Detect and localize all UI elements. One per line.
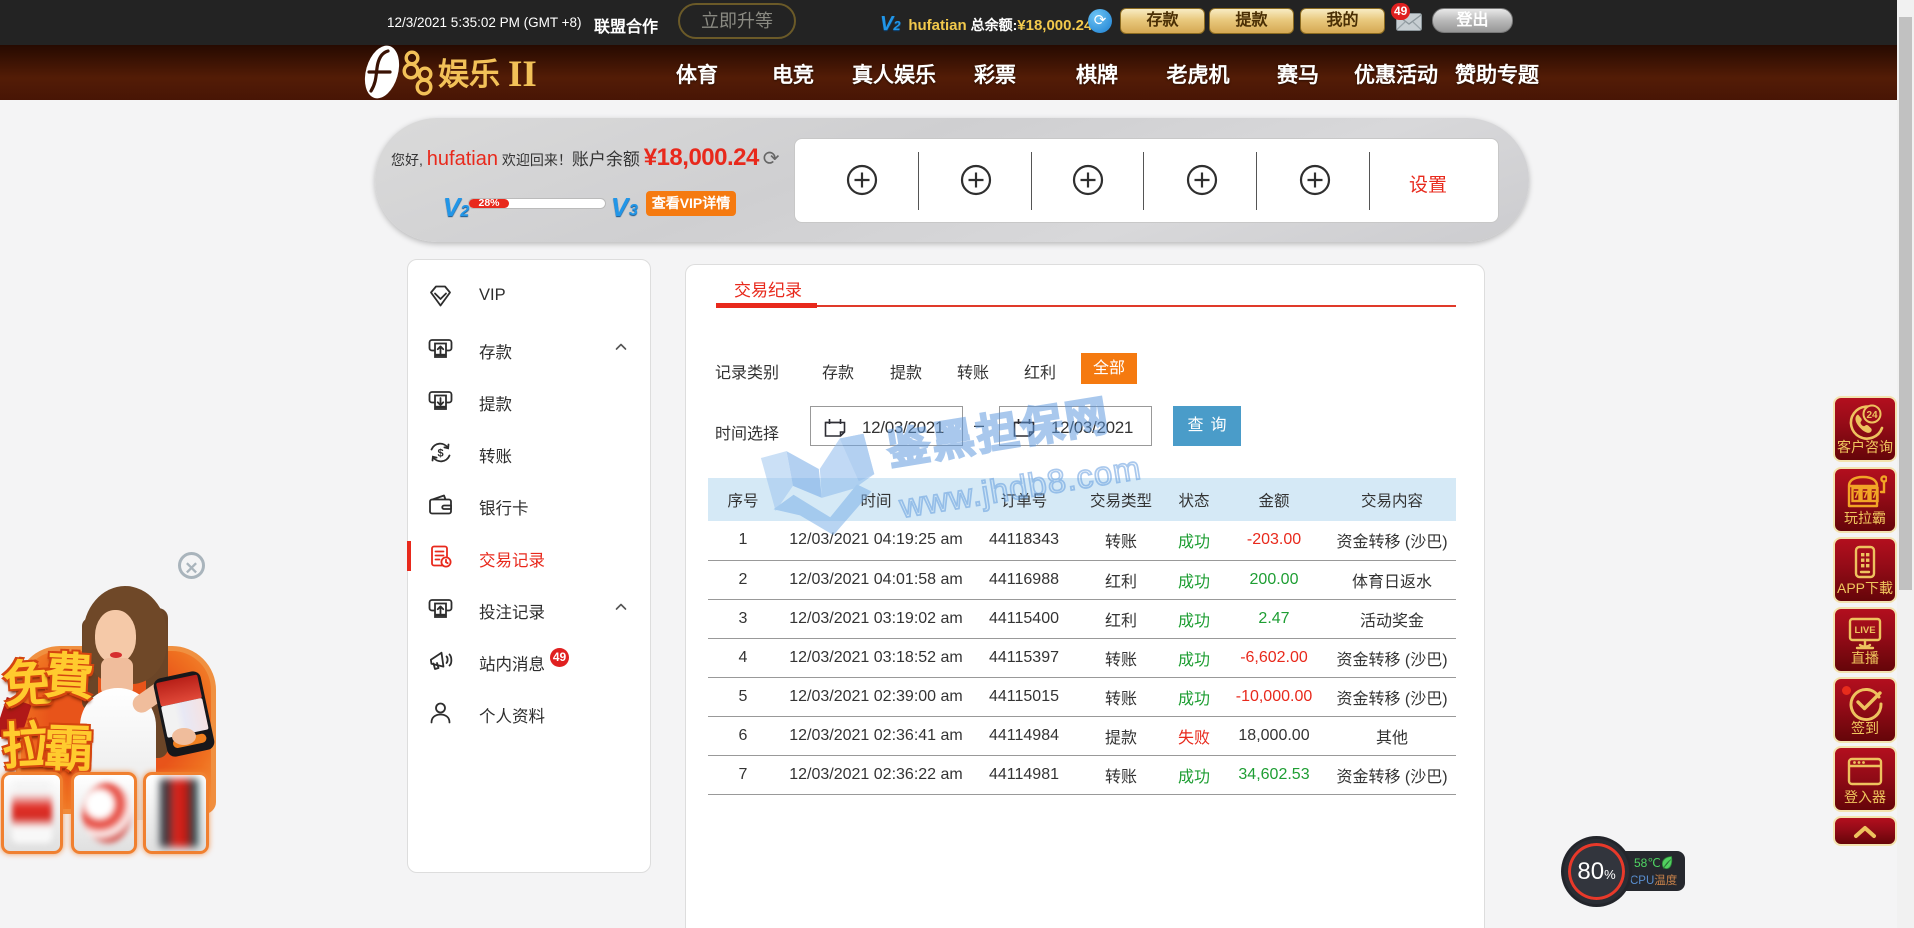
- svg-text:$: $: [437, 448, 443, 460]
- svg-text:II: II: [508, 54, 537, 95]
- svg-text:LIVE: LIVE: [1854, 625, 1875, 636]
- svg-text:24: 24: [1866, 410, 1878, 421]
- svg-text:娱乐: 娱乐: [438, 57, 500, 92]
